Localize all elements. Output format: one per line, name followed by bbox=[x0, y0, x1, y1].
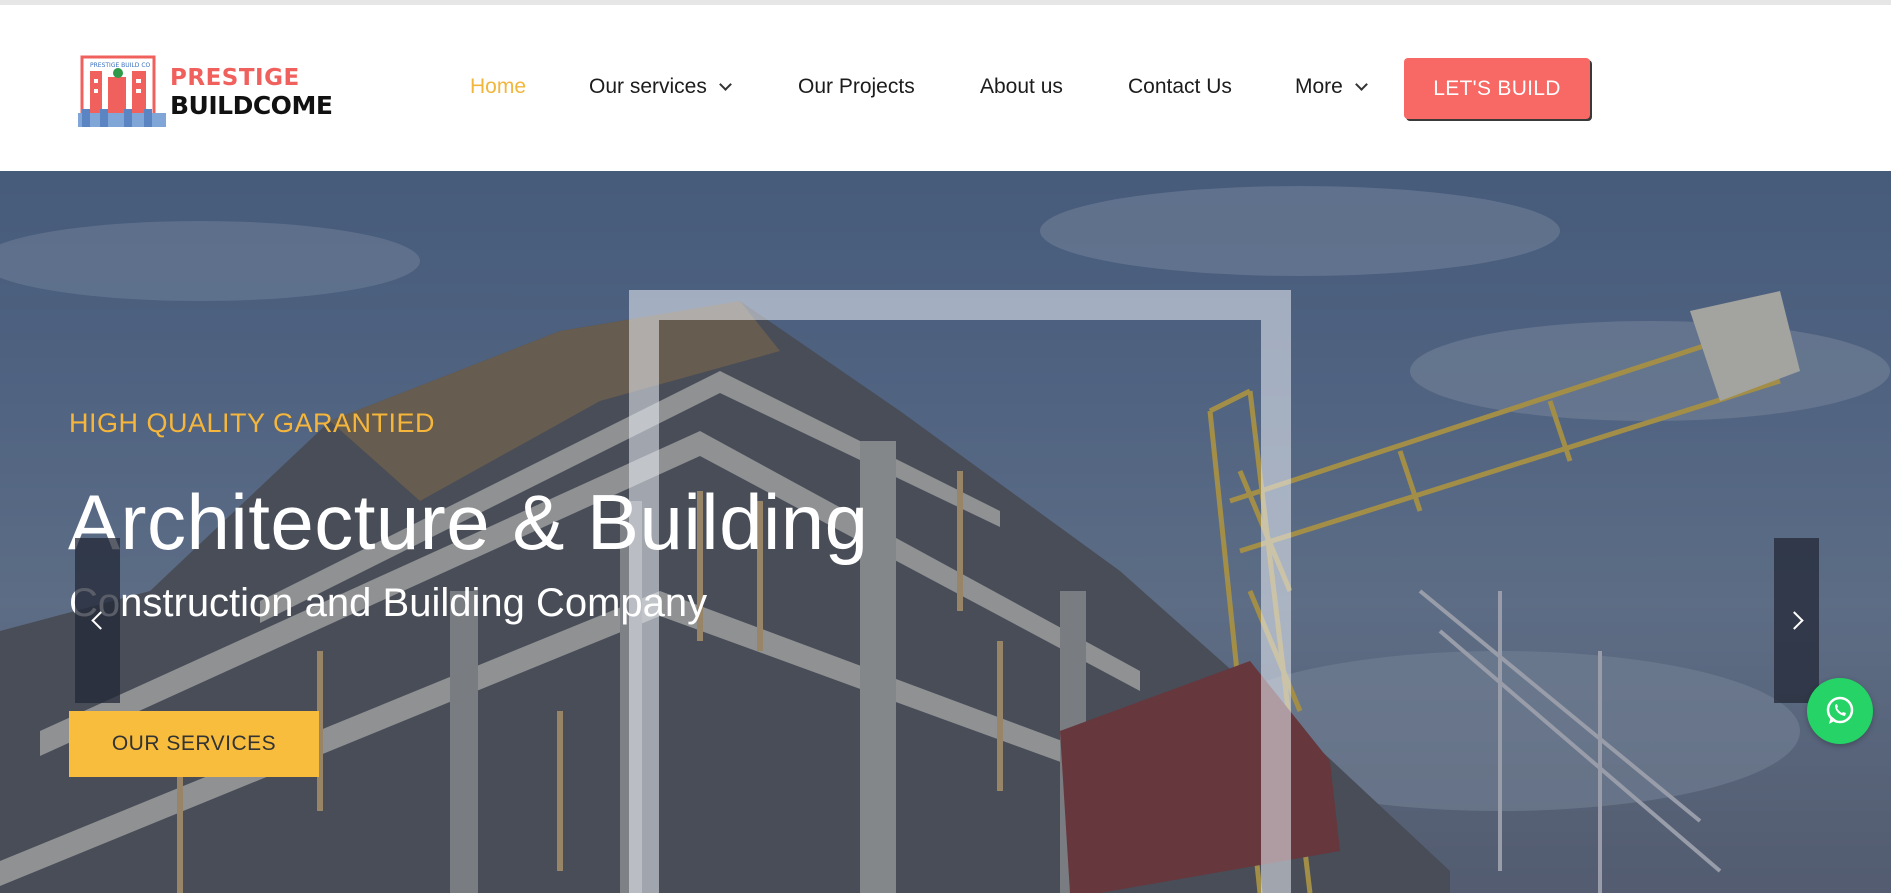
lets-build-button[interactable]: LET'S BUILD bbox=[1404, 58, 1590, 119]
nav-label: About us bbox=[980, 75, 1063, 98]
chevron-right-icon bbox=[1784, 611, 1804, 630]
hero-tagline: HIGH QUALITY GARANTIED bbox=[69, 408, 436, 438]
chevron-down-icon bbox=[1354, 77, 1368, 91]
nav-label: More bbox=[1295, 75, 1343, 98]
whatsapp-icon bbox=[1826, 696, 1854, 724]
chevron-down-icon bbox=[718, 77, 732, 91]
nav-item-our-projects[interactable]: Our Projects bbox=[798, 75, 915, 99]
svg-text:PRESTIGE BUILD CO: PRESTIGE BUILD CO bbox=[90, 62, 151, 69]
nav-item-more[interactable]: More bbox=[1295, 75, 1368, 99]
nav-label: Home bbox=[470, 75, 527, 98]
hero-headline: Architecture & Building bbox=[68, 478, 869, 566]
our-services-button[interactable]: OUR SERVICES bbox=[69, 711, 319, 777]
brand-name-line2: BUILDCOME bbox=[170, 91, 333, 120]
brand-name-line1: PRESTIGE bbox=[170, 65, 300, 91]
nav-label: Our services bbox=[589, 75, 707, 98]
whatsapp-chat-button[interactable] bbox=[1807, 678, 1873, 744]
slider-next-button[interactable] bbox=[1774, 538, 1819, 703]
nav-item-home[interactable]: Home bbox=[470, 75, 526, 99]
nav-item-contact-us[interactable]: Contact Us bbox=[1128, 75, 1232, 99]
nav-label: Contact Us bbox=[1128, 75, 1232, 98]
decorative-frame bbox=[629, 290, 1291, 893]
hero-slider: HIGH QUALITY GARANTIED Architecture & Bu… bbox=[0, 171, 1891, 893]
logo-emblem-icon: PRESTIGE BUILD CO bbox=[78, 55, 166, 127]
nav-label: Our Projects bbox=[798, 75, 915, 98]
slider-prev-button[interactable] bbox=[75, 538, 120, 703]
brand-logo[interactable]: PRESTIGE BUILD CO PRESTIGE BUILDCOME bbox=[78, 53, 338, 133]
chevron-left-icon bbox=[90, 611, 110, 630]
site-header: PRESTIGE BUILD CO PRESTIGE BUILDCOME Hom… bbox=[0, 5, 1891, 171]
hero-subline: Construction and Building Company bbox=[69, 581, 708, 625]
nav-item-our-services[interactable]: Our services bbox=[589, 75, 732, 99]
nav-item-about-us[interactable]: About us bbox=[980, 75, 1063, 99]
